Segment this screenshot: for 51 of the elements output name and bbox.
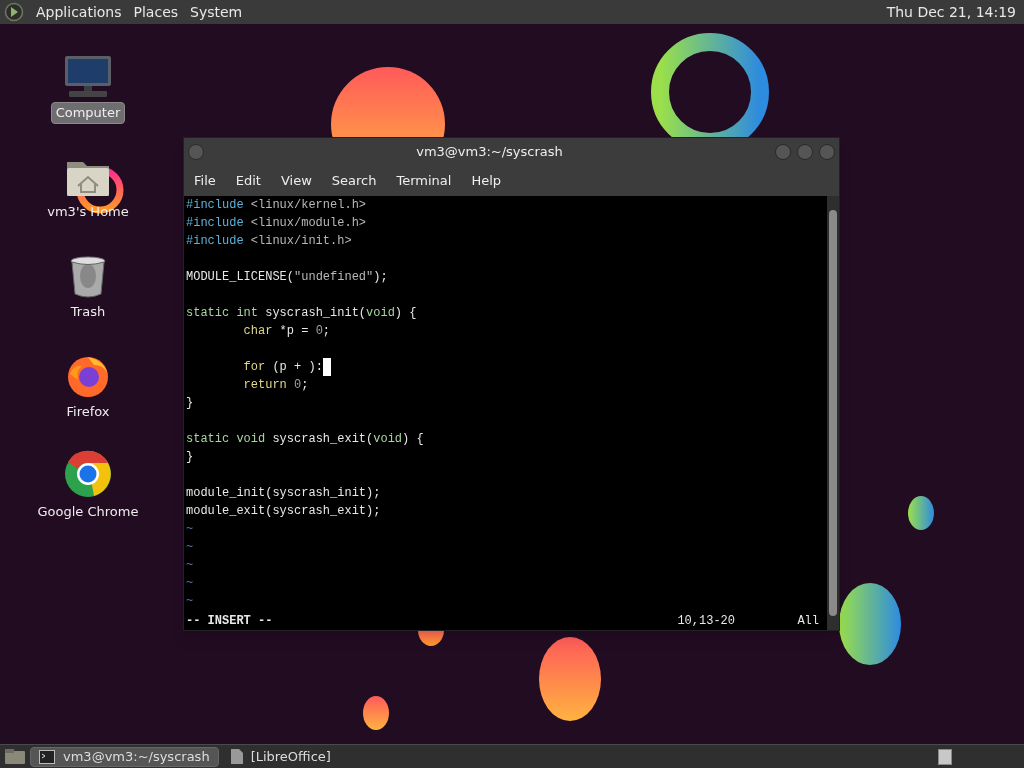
scrollbar[interactable] (827, 196, 839, 630)
workspace-switcher[interactable] (938, 748, 952, 765)
maximize-button[interactable] (797, 144, 813, 160)
menu-logo-icon[interactable] (4, 2, 24, 22)
vim-mode: -- INSERT -- (186, 613, 273, 630)
code-line: #include <linux/kernel.h> (186, 197, 367, 214)
code-line: return 0; (242, 377, 309, 394)
code-line: char *p = 0; (242, 323, 331, 340)
desktop-icon-label[interactable]: Trash (66, 302, 110, 322)
window-menu-button[interactable] (188, 144, 204, 160)
menu-item[interactable]: Help (471, 171, 502, 191)
menu-item[interactable]: File (194, 171, 216, 191)
code-line: } (186, 395, 194, 412)
trash-icon (69, 256, 107, 298)
code-line: #include <linux/init.h> (186, 233, 352, 250)
empty-line-marker: ~ (186, 540, 194, 554)
show-desktop-icon[interactable] (4, 747, 26, 766)
menu-item[interactable]: Edit (235, 171, 261, 191)
terminal-icon (39, 749, 55, 764)
code-line: static int syscrash_init(void) { (186, 305, 417, 322)
code-line: for (p + ): (242, 359, 323, 376)
desktop-icon-label[interactable]: Computer (50, 102, 126, 124)
code-line: #include <linux/module.h> (186, 215, 367, 232)
desktop-icon-label[interactable]: Firefox (62, 402, 114, 422)
code-line: } (186, 449, 194, 466)
empty-line-marker: ~ (186, 576, 194, 590)
desktop-icon-label[interactable]: Google Chrome (33, 502, 143, 522)
document-icon (230, 749, 243, 764)
taskbar-button[interactable]: vm3@vm3:~/syscrash (30, 746, 219, 767)
chrome-icon (64, 450, 112, 498)
menu-item[interactable]: View (280, 171, 312, 191)
computer-icon (63, 56, 113, 98)
code-line: MODULE_LICENSE("undefined"); (186, 269, 388, 286)
minimize-button[interactable] (775, 144, 791, 160)
taskbar-button[interactable]: [LibreOffice] (222, 746, 339, 767)
empty-line-marker: ~ (186, 594, 194, 608)
cursor-position: 10,13-20 (677, 613, 736, 630)
menu-item[interactable]: Search (331, 171, 377, 191)
code-line: module_exit(syscrash_exit); (186, 503, 381, 520)
panel-menu[interactable]: System (190, 1, 243, 23)
panel-menu[interactable]: Places (133, 1, 179, 23)
scroll-position: All (797, 613, 819, 630)
code-line: static void syscrash_exit(void) { (186, 431, 424, 448)
clock[interactable]: Thu Dec 21, 14:19 (886, 1, 1020, 23)
menu-item[interactable]: Terminal (396, 171, 452, 191)
empty-line-marker: ~ (186, 522, 194, 536)
close-button[interactable] (819, 144, 835, 160)
panel-menu[interactable]: Applications (36, 1, 122, 23)
window-title: vm3@vm3:~/syscrash (415, 143, 564, 162)
empty-line-marker: ~ (186, 558, 194, 572)
code-line: module_init(syscrash_init); (186, 485, 381, 502)
